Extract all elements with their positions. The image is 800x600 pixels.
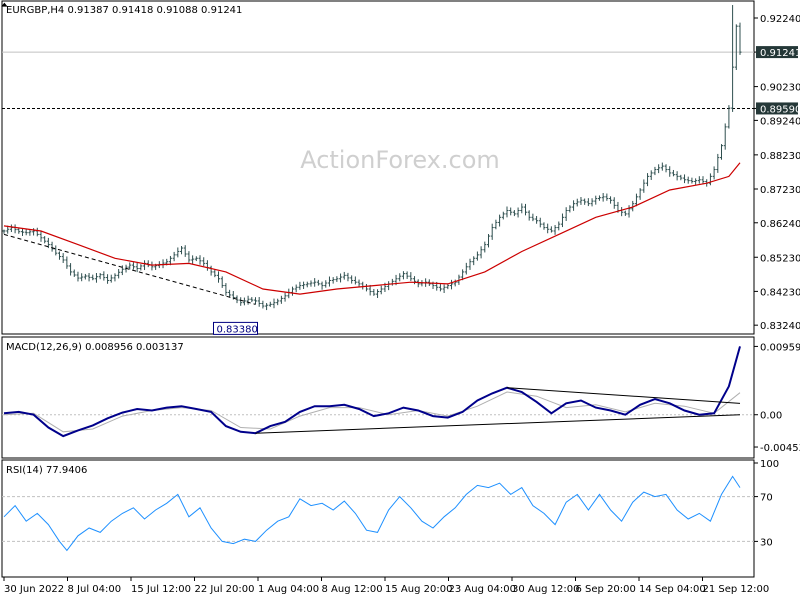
time-tick-label: 30 Jun 2022 <box>4 584 64 595</box>
macd-tick-label: 0.00 <box>760 411 782 422</box>
time-tick-label: 30 Aug 12:00 <box>512 584 579 595</box>
chart-canvas: ActionForex.com EURGBP,H4 0.91387 0.9141… <box>0 0 800 600</box>
price-tick-label: 0.89590 <box>760 104 800 115</box>
price-tick-label: 0.87230 <box>760 185 800 196</box>
macd-tick-label: -0.004539 <box>760 443 800 454</box>
price-tick-label: 0.84230 <box>760 287 800 298</box>
price-tick-label: 0.91241 <box>760 48 800 59</box>
time-tick-label: 1 Aug 04:00 <box>258 584 319 595</box>
rsi-title: RSI(14) 77.9406 <box>6 465 87 476</box>
time-tick-label: 22 Jul 20:00 <box>195 584 255 595</box>
price-tick-label: 0.90230 <box>760 83 800 94</box>
price-annotation: 0.83380 <box>212 321 258 335</box>
time-tick-label: 14 Sep 04:00 <box>639 584 706 595</box>
time-tick-label: 21 Sep 12:00 <box>703 584 770 595</box>
rsi-tick-label: 70 <box>760 493 773 504</box>
price-tick-label: 0.86240 <box>760 219 800 230</box>
macd-tick-label: 0.009599 <box>760 342 800 353</box>
rsi-tick-label: 100 <box>760 459 779 470</box>
price-tick-label: 0.83240 <box>760 321 800 332</box>
time-tick-label: 23 Aug 04:00 <box>449 584 516 595</box>
price-tick-label: 0.89240 <box>760 116 800 127</box>
time-tick-label: 15 Aug 20:00 <box>385 584 452 595</box>
price-tick-label: 0.85230 <box>760 253 800 264</box>
time-tick-label: 8 Jul 04:00 <box>68 584 122 595</box>
annotation-label: 0.83380 <box>216 324 257 335</box>
watermark: ActionForex.com <box>300 146 500 174</box>
price-tick-label: 0.88230 <box>760 151 800 162</box>
price-title: EURGBP,H4 0.91387 0.91418 0.91088 0.9124… <box>6 5 242 16</box>
price-tick-label: 0.92240 <box>760 14 800 25</box>
time-tick-label: 8 Aug 12:00 <box>322 584 383 595</box>
chart-background <box>0 0 800 600</box>
rsi-tick-label: 30 <box>760 537 773 548</box>
time-tick-label: 15 Jul 12:00 <box>131 584 191 595</box>
macd-title: MACD(12,26,9) 0.008956 0.003137 <box>6 342 184 353</box>
time-tick-label: 6 Sep 20:00 <box>576 584 636 595</box>
